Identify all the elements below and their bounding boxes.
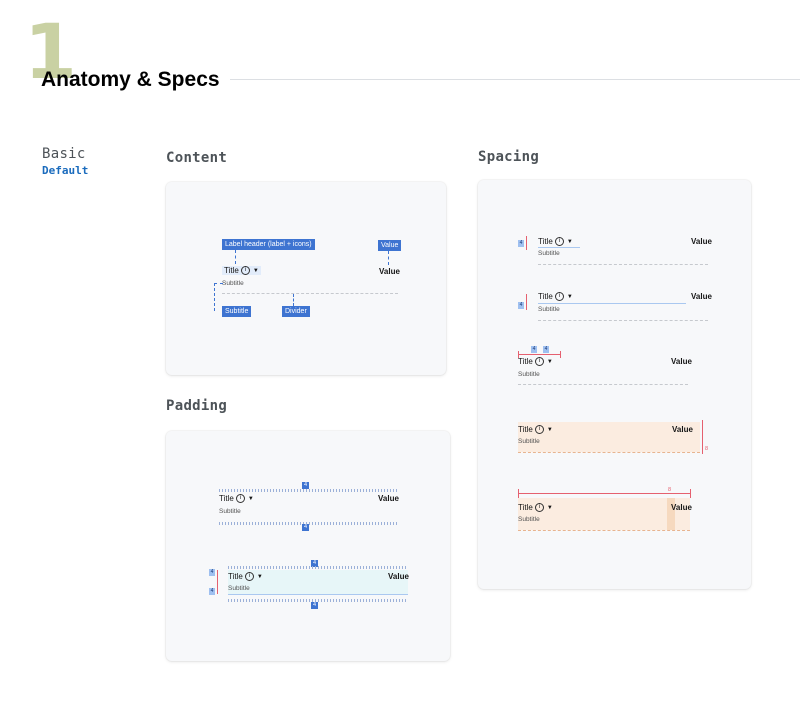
measure-line (518, 493, 690, 494)
measure-line (538, 303, 686, 304)
subtitle-tag: Subtitle (222, 306, 252, 317)
measure-line (690, 489, 691, 498)
spacing-card: 4 Title i ▼ Value Subtitle 4 Title i ▼ Value… (478, 180, 751, 589)
divider-line (538, 264, 708, 265)
padding-hatch (219, 522, 399, 525)
spacing-badge: 4 (518, 240, 524, 247)
spacing-badge: 4 (302, 482, 309, 489)
divider-line (538, 320, 708, 321)
list-title: Title i ▼ (518, 357, 553, 367)
spacing-badge: 4 (543, 346, 549, 353)
title-text: Title (228, 572, 243, 581)
measure-line (538, 247, 580, 248)
list-subtitle: Subtitle (538, 306, 560, 313)
divider-line (518, 452, 700, 453)
connector-line (293, 294, 295, 306)
variant-state: Default (42, 164, 89, 177)
title-text: Title (518, 357, 533, 366)
spacing-badge: 4 (209, 569, 215, 576)
measure-line (702, 420, 703, 454)
padding-hatch (228, 566, 408, 569)
spacing-badge: 4 (311, 602, 318, 609)
spacing-badge: 4 (302, 524, 309, 531)
divider-line (518, 530, 690, 531)
info-icon: i (534, 357, 544, 367)
title-text: Title (224, 266, 239, 275)
divider-line (228, 594, 408, 595)
info-icon: i (534, 425, 544, 435)
content-card: Label header (label + icons) Value Title… (166, 182, 446, 375)
list-value: Value (672, 425, 693, 434)
list-subtitle: Subtitle (518, 516, 540, 523)
padding-card: 4 Title i ▼ Value Subtitle 4 4 4 4 Title i ▼… (166, 431, 450, 661)
chevron-down-icon: ▼ (566, 238, 573, 245)
chevron-down-icon: ▼ (256, 573, 263, 580)
title-text: Title (518, 425, 533, 434)
info-icon: i (240, 266, 250, 276)
list-value: Value (671, 357, 692, 366)
list-value: Value (378, 494, 399, 503)
divider-tag: Divider (282, 306, 310, 317)
info-icon: i (554, 237, 564, 247)
info-icon: i (534, 503, 544, 513)
list-title: Title i ▼ (219, 494, 254, 504)
title-divider (230, 79, 800, 80)
info-icon: i (244, 572, 254, 582)
list-title: Title i ▼ (222, 266, 261, 276)
list-title: Title i ▼ (538, 292, 573, 302)
list-title: Title i ▼ (228, 572, 263, 582)
list-subtitle: Subtitle (219, 508, 241, 515)
list-value: Value (388, 572, 409, 581)
title-text: Title (518, 503, 533, 512)
list-subtitle: Subtitle (518, 371, 540, 378)
chevron-down-icon: ▼ (247, 495, 254, 502)
list-value: Value (671, 503, 692, 512)
measure-line (217, 570, 218, 594)
padding-hatch (219, 489, 399, 492)
spacing-value: 8 (705, 446, 709, 452)
spacing-value: 8 (668, 487, 672, 493)
spacing-badge: 4 (531, 346, 537, 353)
connector-line (235, 250, 237, 264)
chevron-down-icon: ▼ (252, 267, 259, 274)
title-text: Title (538, 237, 553, 246)
variant-name: Basic (42, 146, 86, 162)
list-value: Value (379, 267, 400, 276)
measure-line (526, 294, 527, 310)
list-subtitle: Subtitle (228, 585, 250, 592)
list-subtitle: Subtitle (538, 250, 560, 257)
spacing-badge: 4 (518, 302, 524, 309)
padding-hatch (228, 599, 408, 602)
list-title: Title i ▼ (518, 503, 553, 513)
value-tag: Value (378, 240, 402, 251)
divider-line (222, 293, 398, 294)
title-text: Title (538, 292, 553, 301)
spacing-badge: 4 (209, 588, 215, 595)
list-title: Title i ▼ (518, 425, 553, 435)
measure-line (560, 351, 561, 358)
connector-line (388, 251, 390, 265)
chevron-down-icon: ▼ (546, 504, 553, 511)
measure-line (518, 489, 519, 498)
label-header-tag: Label header (label + icons) (222, 239, 315, 250)
list-value: Value (691, 292, 712, 301)
padding-heading: Padding (166, 398, 228, 414)
list-value: Value (691, 237, 712, 246)
info-icon: i (554, 292, 564, 302)
divider-line (518, 384, 688, 385)
page-title: Anatomy & Specs (41, 68, 220, 91)
content-heading: Content (166, 150, 228, 166)
list-subtitle: Subtitle (222, 280, 244, 287)
measure-line (526, 236, 527, 250)
chevron-down-icon: ▼ (546, 358, 553, 365)
list-subtitle: Subtitle (518, 438, 540, 445)
chevron-down-icon: ▼ (546, 426, 553, 433)
info-icon: i (235, 494, 245, 504)
title-text: Title (219, 494, 234, 503)
chevron-down-icon: ▼ (566, 293, 573, 300)
list-title: Title i ▼ (538, 237, 573, 247)
spacing-heading: Spacing (478, 149, 540, 165)
measure-line (518, 354, 560, 355)
